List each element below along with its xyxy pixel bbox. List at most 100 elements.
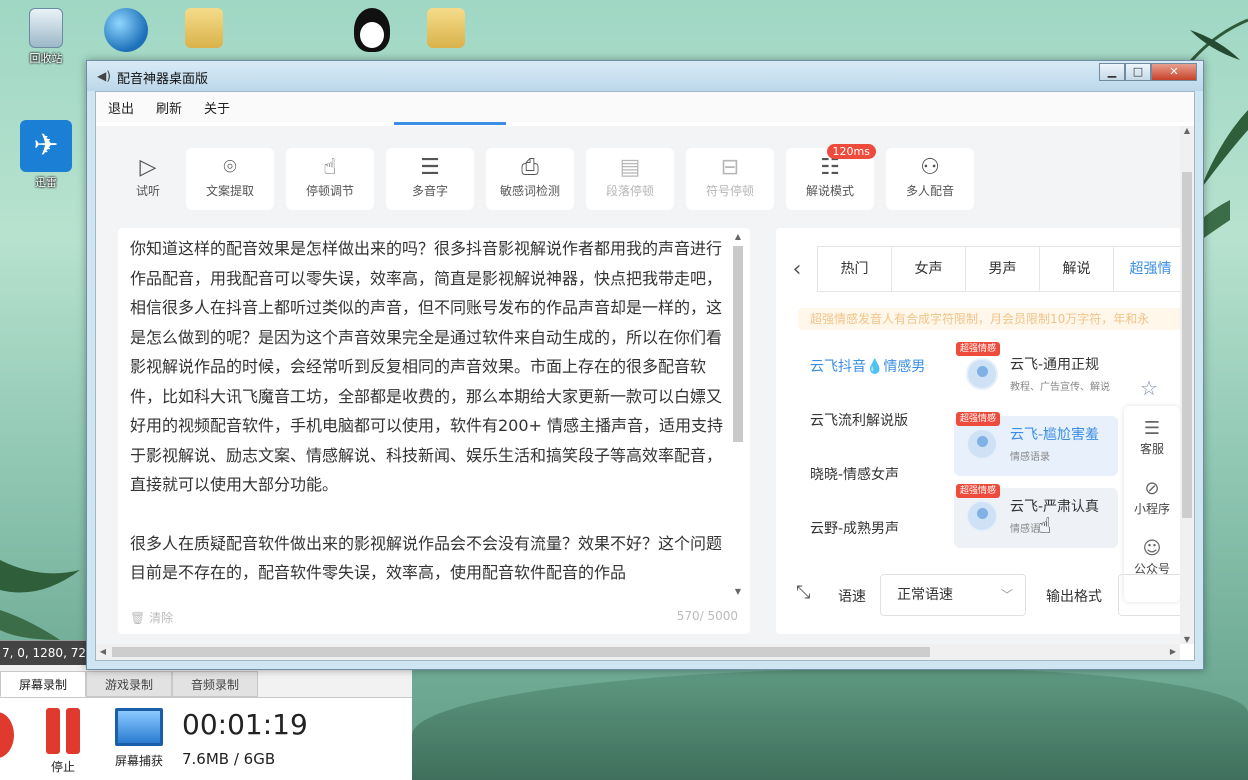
- close-button[interactable]: ✕: [1151, 63, 1197, 81]
- speed-select[interactable]: 正常语速 ﹀: [880, 574, 1026, 616]
- document-icon: ▤: [619, 155, 641, 180]
- clear-button[interactable]: 🗑 清除: [130, 609, 173, 626]
- desktop-icon-folder[interactable]: [172, 8, 236, 48]
- multi-voice-button[interactable]: ⚇ 多人配音: [886, 148, 974, 210]
- category-item[interactable]: 云飞流利解说版: [810, 410, 925, 464]
- tab-super-emotion[interactable]: 超强情: [1113, 246, 1188, 292]
- window-titlebar[interactable]: ◀) 配音神器桌面版 ▁ □ ✕: [87, 61, 1203, 91]
- desktop-icon-network[interactable]: [94, 8, 158, 52]
- minimize-button[interactable]: ▁: [1099, 63, 1125, 81]
- category-item[interactable]: 云野-成熟男声: [810, 518, 925, 572]
- maximize-button[interactable]: □: [1125, 63, 1151, 81]
- scroll-down-icon[interactable]: ▼: [1180, 635, 1194, 644]
- recycle-bin-icon: [29, 8, 63, 48]
- people-icon: ⚇: [920, 155, 940, 180]
- tool-label: 敏感词检测: [499, 184, 560, 198]
- record-button[interactable]: [0, 712, 14, 758]
- scroll-left-icon[interactable]: ◀: [96, 644, 110, 660]
- mouse-hand-cursor-icon: ☝: [1038, 514, 1052, 539]
- tool-label: 解说模式: [805, 184, 854, 198]
- extract-text-button[interactable]: ⌾ 文案提取: [186, 148, 274, 210]
- desktop-icon-folder-2[interactable]: [414, 8, 478, 48]
- tab-male[interactable]: 男声: [965, 246, 1040, 292]
- menu-refresh[interactable]: 刷新: [156, 98, 182, 117]
- tool-label: 多音字: [411, 184, 448, 198]
- hand-icon: ☝: [323, 155, 337, 180]
- window-client-area: 退出 刷新 关于 ▷ 试听 ⌾ 文案提取 ☝ 停顿调节 ☰ 多音字 ⎙ 敏感词检…: [95, 91, 1195, 661]
- floating-service-bar: ☰ 客服 ⊘ 小程序 ☺ 公众号: [1124, 406, 1180, 602]
- limit-notice: 超强情感发音人有合成字符限制，月会员限制10万字符，年和永: [798, 308, 1192, 330]
- desktop-icon-recycle-bin[interactable]: 回收站: [14, 8, 78, 66]
- window-scroll-thumb[interactable]: [1182, 172, 1192, 518]
- folder-icon: [185, 8, 223, 48]
- script-editor[interactable]: 你知道这样的配音效果是怎样做出来的吗？很多抖音影视解说作者都用我的声音进行作品配…: [118, 228, 750, 634]
- symbol-pause-button[interactable]: ⊟ 符号停顿: [686, 148, 774, 210]
- screen-capture-label: 屏幕捕获: [114, 754, 163, 768]
- desktop-icon-app[interactable]: 迅雷: [14, 120, 78, 190]
- menu-bar: 退出 刷新 关于: [96, 92, 1194, 122]
- desktop-hill: [412, 668, 1248, 780]
- tool-label: 多人配音: [905, 184, 954, 198]
- speed-settings-row: ⤡ 语速 正常语速 ﹀ 输出格式: [776, 574, 1192, 618]
- tool-label: 文案提取: [205, 184, 254, 198]
- avatar-icon: [966, 500, 998, 532]
- menu-about[interactable]: 关于: [204, 98, 230, 117]
- sensitive-word-check-button[interactable]: ⎙ 敏感词检测: [486, 148, 574, 210]
- side-label: 客服: [1139, 442, 1164, 456]
- scroll-right-icon[interactable]: ▶: [1166, 644, 1180, 660]
- collapse-icon[interactable]: ⤡: [796, 582, 810, 603]
- tab-narration[interactable]: 解说: [1039, 246, 1114, 292]
- monitor-icon: [115, 708, 163, 746]
- avatar-icon: [966, 428, 998, 460]
- chevron-left-icon[interactable]: ‹: [776, 257, 818, 282]
- tab-female[interactable]: 女声: [891, 246, 966, 292]
- tool-label: 试听: [135, 184, 160, 198]
- scroll-down-icon[interactable]: ▼: [732, 587, 744, 596]
- output-format-label: 输出格式: [1046, 589, 1102, 605]
- tab-game-record[interactable]: 游戏录制: [86, 671, 173, 697]
- voice-card[interactable]: 超强情感 云飞-通用正规 教程、广告宣传、解说: [954, 342, 1118, 406]
- narration-badge: 120ms: [826, 144, 876, 159]
- voice-card[interactable]: 超强情感 云飞-严肃认真 情感语: [954, 484, 1118, 548]
- editor-scrollbar[interactable]: ▲ ▼: [732, 232, 744, 596]
- scroll-up-icon[interactable]: ▲: [1180, 126, 1194, 135]
- speed-value: 正常语速: [897, 587, 953, 603]
- menu-exit[interactable]: 退出: [108, 98, 134, 117]
- window-vertical-scrollbar[interactable]: ▲ ▼: [1180, 126, 1194, 644]
- voice-card[interactable]: 超强情感 云飞-尴尬害羞 情感语录: [954, 412, 1118, 476]
- clear-label: 清除: [149, 611, 174, 625]
- speaker-icon: ◀): [97, 69, 111, 83]
- pause-adjust-button[interactable]: ☝ 停顿调节: [286, 148, 374, 210]
- chat-icon: ☰: [1143, 418, 1161, 439]
- horizontal-scroll-thumb[interactable]: [112, 647, 930, 657]
- preview-button[interactable]: ▷ 试听: [122, 148, 174, 210]
- category-item[interactable]: 晓晓-情感女声: [810, 464, 925, 518]
- editor-scroll-thumb[interactable]: [733, 246, 743, 442]
- char-count: 570/ 5000: [676, 609, 738, 623]
- polyphone-button[interactable]: ☰ 多音字: [386, 148, 474, 210]
- folder-icon: [427, 8, 465, 48]
- customer-service-button[interactable]: ☰ 客服: [1124, 406, 1180, 466]
- recording-size: 7.6MB / 6GB: [182, 750, 276, 768]
- tab-audio-record[interactable]: 音频录制: [172, 671, 259, 697]
- mini-program-button[interactable]: ⊘ 小程序: [1124, 466, 1180, 526]
- narration-mode-button[interactable]: 120ms ☷ 解说模式: [786, 144, 876, 210]
- script-textarea[interactable]: 你知道这样的配音效果是怎样做出来的吗？很多抖音影视解说作者都用我的声音进行作品配…: [130, 234, 726, 598]
- voice-desc: 教程、广告宣传、解说: [1010, 382, 1110, 393]
- recording-timer: 00:01:19: [182, 708, 308, 741]
- stop-button[interactable]: 停止: [40, 708, 86, 775]
- star-icon[interactable]: ☆: [1140, 376, 1158, 400]
- screen-capture-button[interactable]: 屏幕捕获: [108, 708, 170, 769]
- stop-label: 停止: [50, 760, 75, 774]
- window-horizontal-scrollbar[interactable]: ◀ ▶: [96, 644, 1180, 660]
- super-emotion-tag: 超强情感: [956, 342, 1001, 356]
- tab-screen-record[interactable]: 屏幕录制: [0, 671, 87, 697]
- trash-icon: 🗑: [130, 611, 150, 625]
- scroll-up-icon[interactable]: ▲: [732, 232, 744, 241]
- paragraph-pause-button[interactable]: ▤ 段落停顿: [586, 148, 674, 210]
- tab-hot[interactable]: 热门: [817, 246, 892, 292]
- desktop-icon-qq[interactable]: [340, 8, 404, 52]
- window-title: 配音神器桌面版: [117, 72, 209, 87]
- category-item[interactable]: 云飞抖音💧情感男: [810, 356, 925, 410]
- window-controls: ▁ □ ✕: [1099, 63, 1197, 81]
